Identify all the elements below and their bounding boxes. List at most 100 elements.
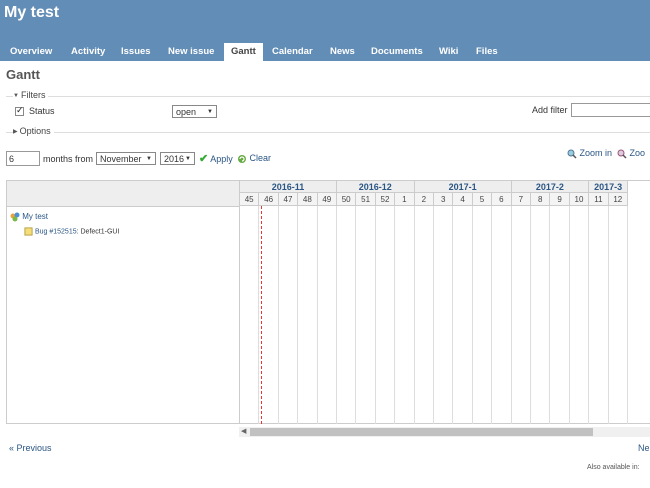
gantt-chart: My test Bug #152515: Defect1-GUI 2016-11… — [6, 180, 650, 424]
month-select-value: November — [100, 154, 142, 164]
expand-arrow-icon: ▶ — [13, 129, 18, 135]
also-available-text: Also available in: — [587, 464, 640, 471]
add-filter-label: Add filter — [532, 105, 568, 115]
gantt-week-header: 48 — [298, 193, 318, 206]
status-operator-value: open — [176, 107, 197, 117]
dropdown-arrow-icon: ▼ — [185, 156, 191, 162]
tab-activity[interactable]: Activity — [65, 43, 111, 61]
gantt-week-header: 10 — [569, 193, 590, 206]
reload-icon — [238, 154, 246, 163]
issue-link[interactable]: Bug #152515 — [35, 228, 77, 235]
project-icon — [10, 212, 20, 222]
status-label: Status — [29, 106, 55, 116]
dropdown-arrow-icon: ▼ — [146, 156, 152, 162]
gantt-week-header: 50 — [337, 193, 357, 206]
gantt-month-header[interactable]: 2016-12 — [337, 181, 415, 193]
zoom-in-label: Zoom in — [579, 148, 613, 158]
year-select[interactable]: 2016 ▼ — [160, 152, 195, 165]
month-select[interactable]: November ▼ — [96, 152, 156, 165]
gantt-week-header: 8 — [531, 193, 551, 206]
gantt-scrollbar[interactable]: ◀ — [239, 427, 650, 437]
gantt-week-column — [531, 206, 551, 424]
status-operator-select[interactable]: open ▼ — [172, 105, 217, 118]
gantt-project-link[interactable]: My test — [22, 212, 48, 221]
gantt-week-header: 6 — [492, 193, 512, 206]
main-menu-tabs: Overview Activity Issues New issue Gantt… — [0, 43, 650, 61]
gantt-today-line — [261, 206, 262, 424]
gantt-week-header: 45 — [240, 193, 260, 206]
gantt-week-header: 5 — [472, 193, 493, 206]
gantt-week-column — [453, 206, 473, 424]
tab-files[interactable]: Files — [470, 43, 504, 61]
checkmark-icon: ✔ — [199, 153, 209, 165]
clear-label: Clear — [249, 153, 272, 163]
zoom-in-button[interactable]: Zoom in — [567, 148, 612, 159]
clear-button[interactable]: Clear — [237, 153, 271, 164]
scrollbar-thumb[interactable] — [250, 428, 593, 436]
filters-legend-label: Filters — [20, 90, 46, 100]
options-fieldset-border — [6, 132, 650, 133]
gantt-week-header: 2 — [414, 193, 434, 206]
gantt-week-header: 9 — [550, 193, 570, 206]
tab-overview[interactable]: Overview — [4, 43, 58, 61]
status-checkbox[interactable] — [15, 105, 24, 116]
project-title[interactable]: My test — [4, 4, 59, 22]
zoom-out-label: Zoo — [629, 148, 646, 158]
collapse-arrow-icon: ▼ — [13, 93, 19, 99]
gantt-project-row[interactable]: My test — [10, 212, 48, 222]
gantt-week-column — [589, 206, 609, 424]
gantt-week-header: 3 — [434, 193, 454, 206]
options-legend-label: Options — [19, 126, 51, 136]
filters-fieldset-border — [6, 96, 650, 97]
issue-icon — [24, 227, 33, 236]
gantt-week-column — [279, 206, 299, 424]
year-select-value: 2016 — [164, 154, 185, 164]
zoom-out-button[interactable]: Zoo — [617, 148, 645, 159]
gantt-subjects-header — [7, 181, 239, 207]
dropdown-arrow-icon: ▼ — [207, 109, 213, 115]
gantt-timeline: 2016-11 2016-12 2017-1 2017-2 2017-3 45 46 47 48… — [240, 181, 650, 424]
gantt-week-header: 4 — [453, 193, 473, 206]
gantt-week-header: 49 — [317, 193, 337, 206]
next-link[interactable]: Ne — [638, 443, 650, 453]
gantt-week-header: 47 — [278, 193, 299, 206]
gantt-week-column — [512, 206, 531, 424]
months-from-label: months from — [43, 154, 94, 164]
gantt-week-column — [395, 206, 415, 424]
gantt-month-header[interactable]: 2016-11 — [240, 181, 337, 193]
gantt-issue-row[interactable]: Bug #152515: Defect1-GUI — [24, 227, 119, 236]
gantt-week-column — [318, 206, 337, 424]
gantt-week-column — [473, 206, 493, 424]
gantt-week-column — [240, 206, 260, 424]
tab-issues[interactable]: Issues — [115, 43, 157, 61]
gantt-week-header: 11 — [589, 193, 609, 206]
gantt-week-header: 12 — [608, 193, 628, 206]
gantt-month-header[interactable]: 2017-3 — [589, 181, 628, 193]
tab-documents[interactable]: Documents — [365, 43, 429, 61]
months-input[interactable]: 6 — [6, 151, 40, 166]
options-legend[interactable]: ▶ Options — [13, 126, 54, 136]
previous-link[interactable]: « Previous — [9, 443, 52, 453]
scroll-left-icon[interactable]: ◀ — [241, 427, 246, 435]
gantt-week-column — [492, 206, 512, 424]
zoom-in-icon — [567, 149, 577, 159]
gantt-week-column — [415, 206, 434, 424]
gantt-week-header: 7 — [511, 193, 531, 206]
tab-news[interactable]: News — [324, 43, 361, 61]
apply-button[interactable]: ✔ Apply — [199, 152, 233, 165]
gantt-week-column — [259, 206, 279, 424]
add-filter-select[interactable] — [571, 103, 650, 117]
gantt-week-header: 46 — [259, 193, 279, 206]
gantt-month-header[interactable]: 2017-2 — [511, 181, 590, 193]
gantt-week-header: 51 — [356, 193, 376, 206]
tab-calendar[interactable]: Calendar — [266, 43, 319, 61]
tab-new-issue[interactable]: New issue — [162, 43, 220, 61]
issue-subject: : Defect1-GUI — [76, 228, 120, 236]
gantt-month-header[interactable]: 2017-1 — [414, 181, 512, 193]
tab-gantt[interactable]: Gantt — [224, 43, 263, 61]
gantt-week-column — [609, 206, 628, 424]
page-title: Gantt — [6, 67, 40, 82]
filters-legend[interactable]: ▼ Filters — [13, 90, 49, 100]
gantt-subjects-panel: My test Bug #152515: Defect1-GUI — [7, 181, 240, 424]
tab-wiki[interactable]: Wiki — [433, 43, 464, 61]
